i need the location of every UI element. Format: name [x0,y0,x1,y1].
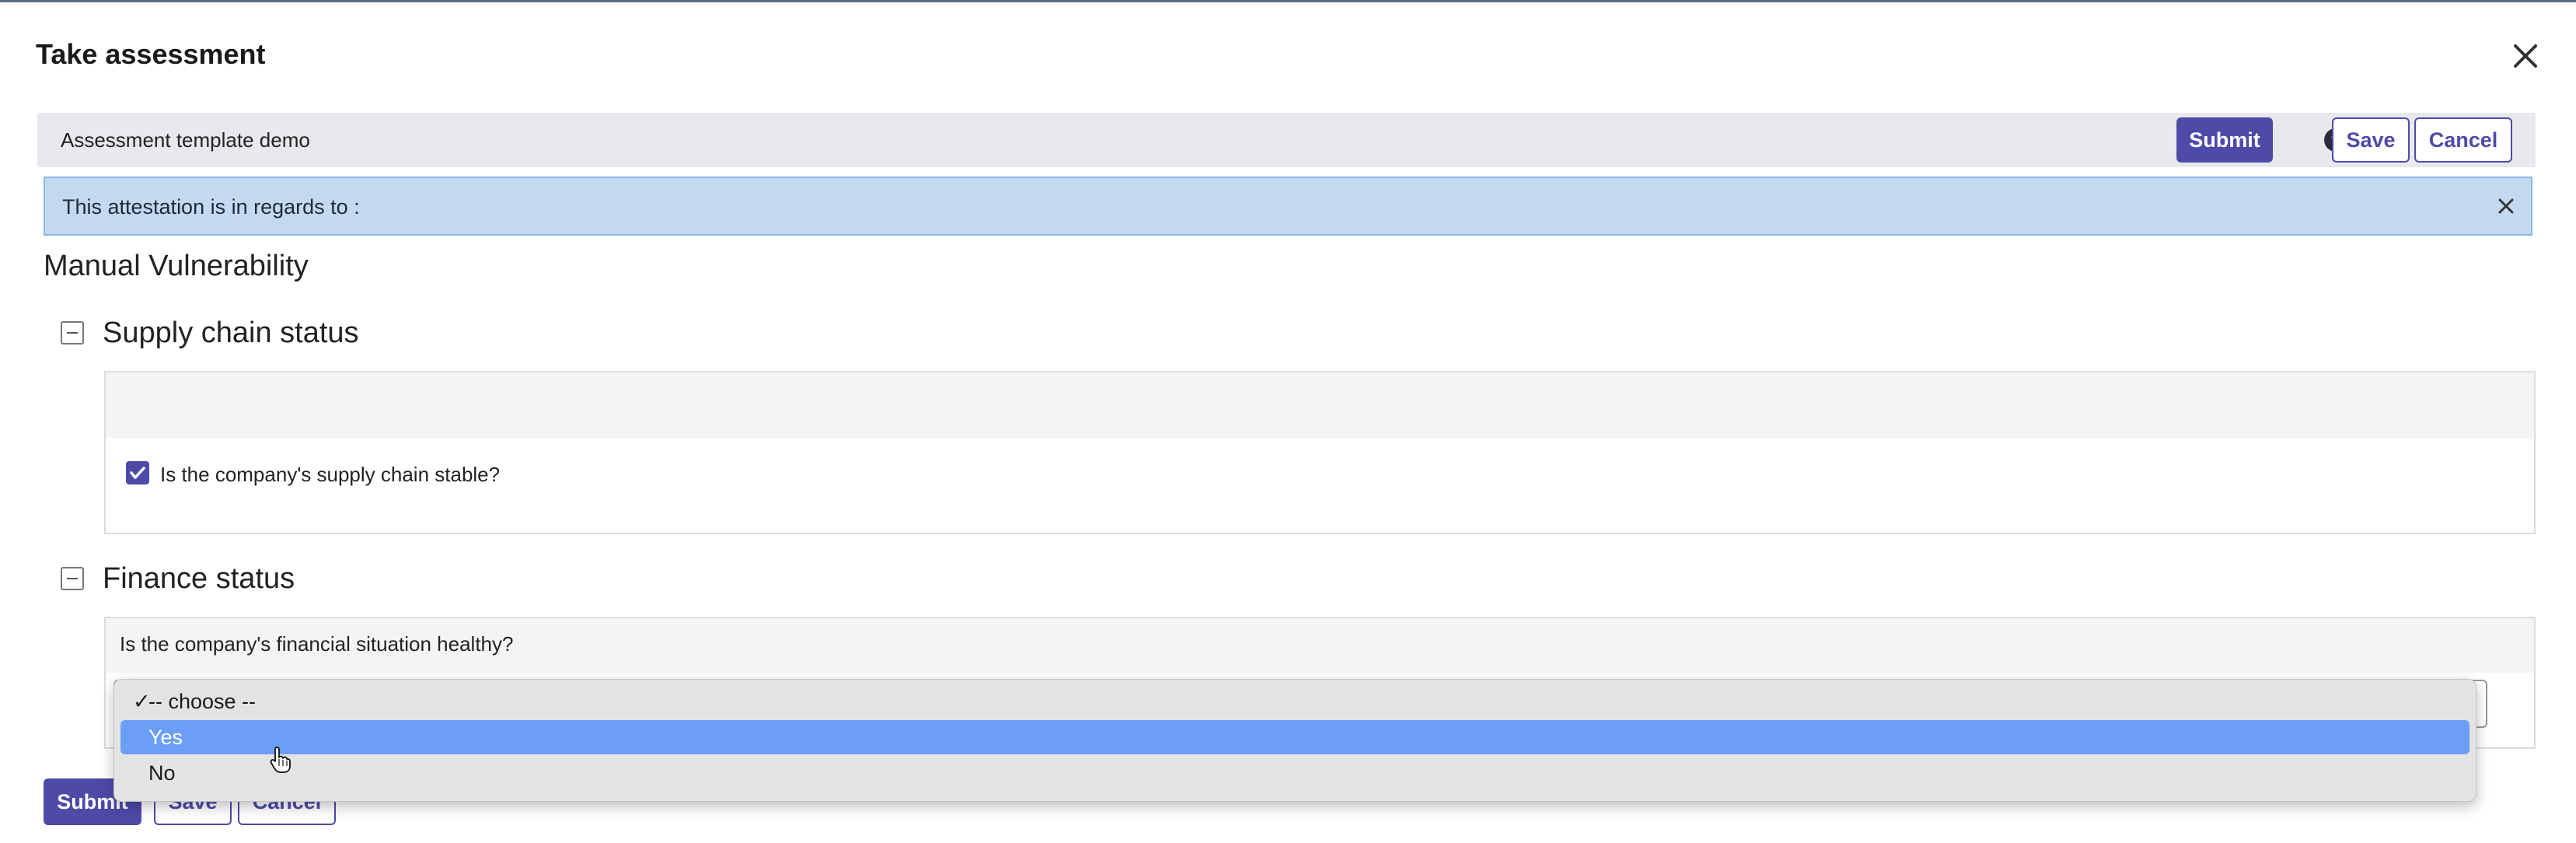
dropdown-option-no[interactable]: No [120,756,2470,790]
dropdown-option-yes[interactable]: Yes [120,720,2470,754]
collapse-minus-icon[interactable] [61,567,84,590]
template-name: Assessment template demo [61,128,310,152]
group-title-finance: Finance status [103,562,295,595]
group-title-supply-chain: Supply chain status [103,317,359,349]
hand-pointer-cursor-icon [269,746,292,774]
close-icon[interactable] [2494,194,2518,219]
panel-header [106,373,2534,438]
assessment-template-bar: Assessment template demo Submit ? Save C… [37,113,2536,167]
dialog-title: Take assessment [36,38,266,70]
select-dropdown-menu: ✓ -- choose -- Yes No [113,679,2477,802]
take-assessment-dialog: Take assessment Assessment template demo… [0,2,2576,843]
cancel-button[interactable]: Cancel [2414,117,2512,163]
question-label: Is the company's supply chain stable? [160,463,501,486]
save-button[interactable]: Save [2332,117,2410,163]
section-title: Manual Vulnerability [44,250,309,282]
submit-button[interactable]: Submit [2176,117,2273,163]
close-icon[interactable] [2508,38,2543,74]
supply-chain-checkbox[interactable] [126,461,149,484]
question-label: Is the company's financial situation hea… [120,632,514,656]
attestation-banner: This attestation is in regards to : [44,177,2532,236]
banner-text: This attestation is in regards to : [62,195,360,219]
collapse-minus-icon[interactable] [61,321,84,345]
supply-chain-panel: Is the company's supply chain stable? [104,371,2536,534]
dropdown-option-choose[interactable]: ✓ -- choose -- [120,684,2470,719]
